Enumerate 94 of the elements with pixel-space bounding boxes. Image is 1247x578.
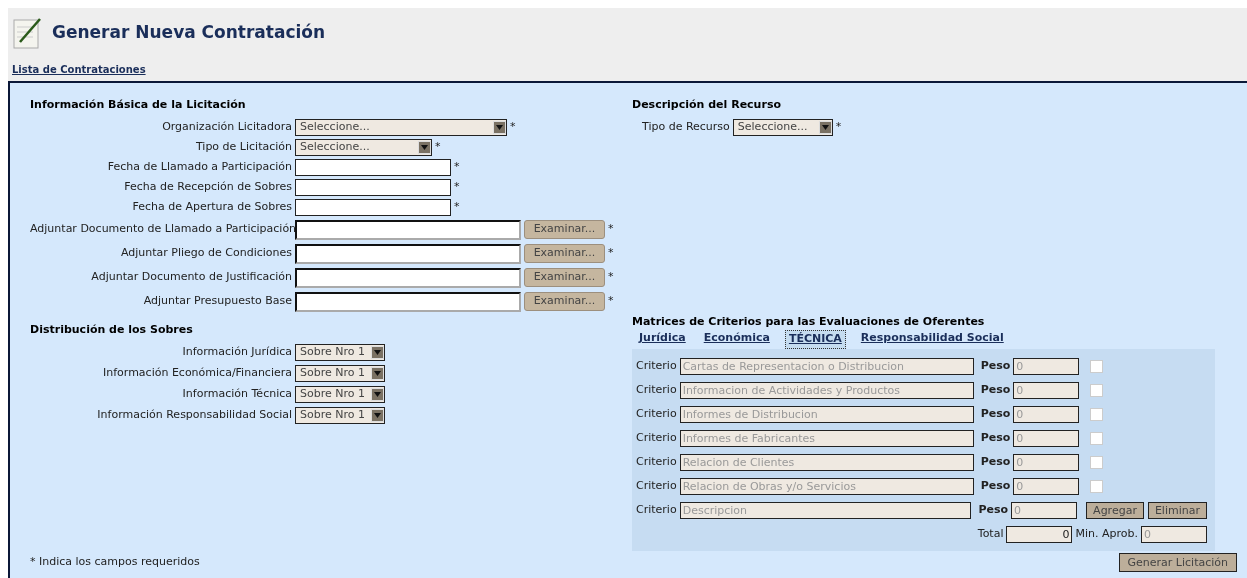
dropdown[interactable]: Seleccione... [295, 119, 507, 136]
criterion-field[interactable]: Informacion de Actividades y Productos [679, 382, 974, 399]
contracts-list-link[interactable]: Lista de Contrataciones [12, 62, 146, 77]
min-approval-field[interactable]: 0 [1141, 526, 1207, 543]
field-label: Información Jurídica [181, 344, 292, 361]
field-label: Peso [980, 478, 1011, 495]
criterion-field[interactable]: Relacion de Obras y/o Servicios [679, 478, 974, 495]
browse-button[interactable]: Examinar... [524, 268, 605, 287]
tab[interactable]: Jurídica [636, 330, 689, 349]
required-fields-note: * Indica los campos requeridos [30, 553, 200, 570]
required-mark: * [608, 269, 614, 286]
section-heading: Distribución de los Sobres [30, 321, 194, 338]
field-label: Fecha de Apertura de Sobres [131, 199, 292, 216]
field-label: Tipo de Licitación [194, 139, 292, 156]
dropdown[interactable]: Sobre Nro 1 [295, 386, 385, 403]
checkbox[interactable] [1090, 384, 1104, 397]
date-field[interactable] [295, 179, 451, 196]
field-label: Adjuntar Documento de Justificación [90, 269, 292, 286]
dropdown[interactable]: Seleccione... [295, 139, 432, 156]
notepad-pencil-icon [12, 16, 44, 50]
field-label: Criterio [636, 502, 677, 519]
field-label: Peso [980, 406, 1011, 423]
dropdown[interactable]: Sobre Nro 1 [295, 344, 385, 361]
field-label: Tipo de Recurso [642, 119, 730, 136]
field-label: Criterio [636, 358, 677, 375]
browse-button[interactable]: Examinar... [524, 220, 605, 239]
field-label: Peso [978, 502, 1009, 519]
field-label: Criterio [636, 382, 677, 399]
field-label: Min. Aprob. [1075, 526, 1138, 543]
criterion-field[interactable]: Informes de Distribucion [679, 406, 974, 423]
required-mark: * [608, 245, 614, 262]
tab[interactable]: Económica [700, 330, 773, 349]
required-mark: * [510, 119, 516, 136]
field-label: Adjuntar Pliego de Condiciones [119, 245, 292, 262]
field-label: Información Económica/Financiera [102, 365, 292, 382]
file-field[interactable] [295, 267, 521, 288]
field-label: Fecha de Recepción de Sobres [123, 179, 292, 196]
weight-field[interactable]: 0 [1013, 382, 1080, 399]
field-label: Fecha de Llamado a Participación [106, 159, 292, 176]
criterion-field[interactable]: Informes de Fabricantes [679, 430, 974, 447]
field-label: Criterio [636, 478, 677, 495]
required-mark: * [608, 293, 614, 310]
field-label: Adjuntar Presupuesto Base [142, 293, 292, 310]
checkbox[interactable] [1090, 408, 1104, 421]
required-mark: * [608, 221, 614, 238]
total-field[interactable]: 0 [1006, 526, 1073, 543]
dropdown[interactable]: Sobre Nro 1 [295, 365, 385, 382]
checkbox[interactable] [1090, 456, 1104, 469]
field-label: Criterio [636, 406, 677, 423]
action-button[interactable]: Eliminar [1147, 502, 1207, 519]
required-mark: * [835, 119, 842, 136]
criterion-field[interactable]: Descripcion [679, 502, 972, 519]
weight-field[interactable]: 0 [1013, 478, 1080, 495]
required-mark: * [454, 159, 460, 176]
criterion-field[interactable]: Cartas de Representacion o Distribucion [679, 358, 974, 375]
date-field[interactable] [295, 159, 451, 176]
field-label: Peso [980, 454, 1011, 471]
browse-button[interactable]: Examinar... [524, 292, 605, 311]
criterion-field[interactable]: Relacion de Clientes [679, 454, 974, 471]
field-label: Organización Licitadora [161, 119, 292, 136]
file-field[interactable] [295, 219, 521, 240]
field-label: Total [977, 526, 1004, 543]
dropdown[interactable]: Sobre Nro 1 [295, 407, 385, 424]
generate-button[interactable]: Generar Licitación [1118, 552, 1237, 572]
weight-field[interactable]: 0 [1011, 502, 1078, 519]
date-field[interactable] [295, 199, 451, 216]
browse-button[interactable]: Examinar... [524, 244, 605, 263]
section-heading: Descripción del Recurso [632, 97, 782, 113]
section-heading: Matrices de Criterios para las Evaluaciones de Oferentes [632, 313, 986, 330]
required-mark: * [454, 179, 460, 196]
file-field[interactable] [295, 291, 521, 312]
field-label: Peso [980, 358, 1011, 375]
page-title: Generar Nueva Contratación [52, 21, 326, 45]
tab[interactable]: TÉCNICA [784, 330, 846, 349]
section-heading: Información Básica de la Licitación [30, 97, 247, 113]
checkbox[interactable] [1090, 432, 1104, 445]
field-label: Criterio [636, 454, 677, 471]
weight-field[interactable]: 0 [1013, 358, 1080, 375]
field-label: Criterio [636, 430, 677, 447]
weight-field[interactable]: 0 [1013, 454, 1080, 471]
weight-field[interactable]: 0 [1013, 430, 1080, 447]
file-field[interactable] [295, 243, 521, 264]
dropdown[interactable]: Seleccione... [732, 119, 833, 136]
field-label: Peso [980, 382, 1011, 399]
checkbox[interactable] [1090, 480, 1104, 493]
field-label: Información Técnica [181, 386, 292, 403]
action-button[interactable]: Agregar [1086, 502, 1144, 519]
field-label: Información Responsabilidad Social [96, 407, 292, 424]
checkbox[interactable] [1090, 360, 1104, 373]
tab[interactable]: Responsabilidad Social [857, 330, 1007, 349]
field-label: Peso [980, 430, 1011, 447]
required-mark: * [454, 199, 460, 216]
required-mark: * [435, 139, 441, 156]
weight-field[interactable]: 0 [1013, 406, 1080, 423]
